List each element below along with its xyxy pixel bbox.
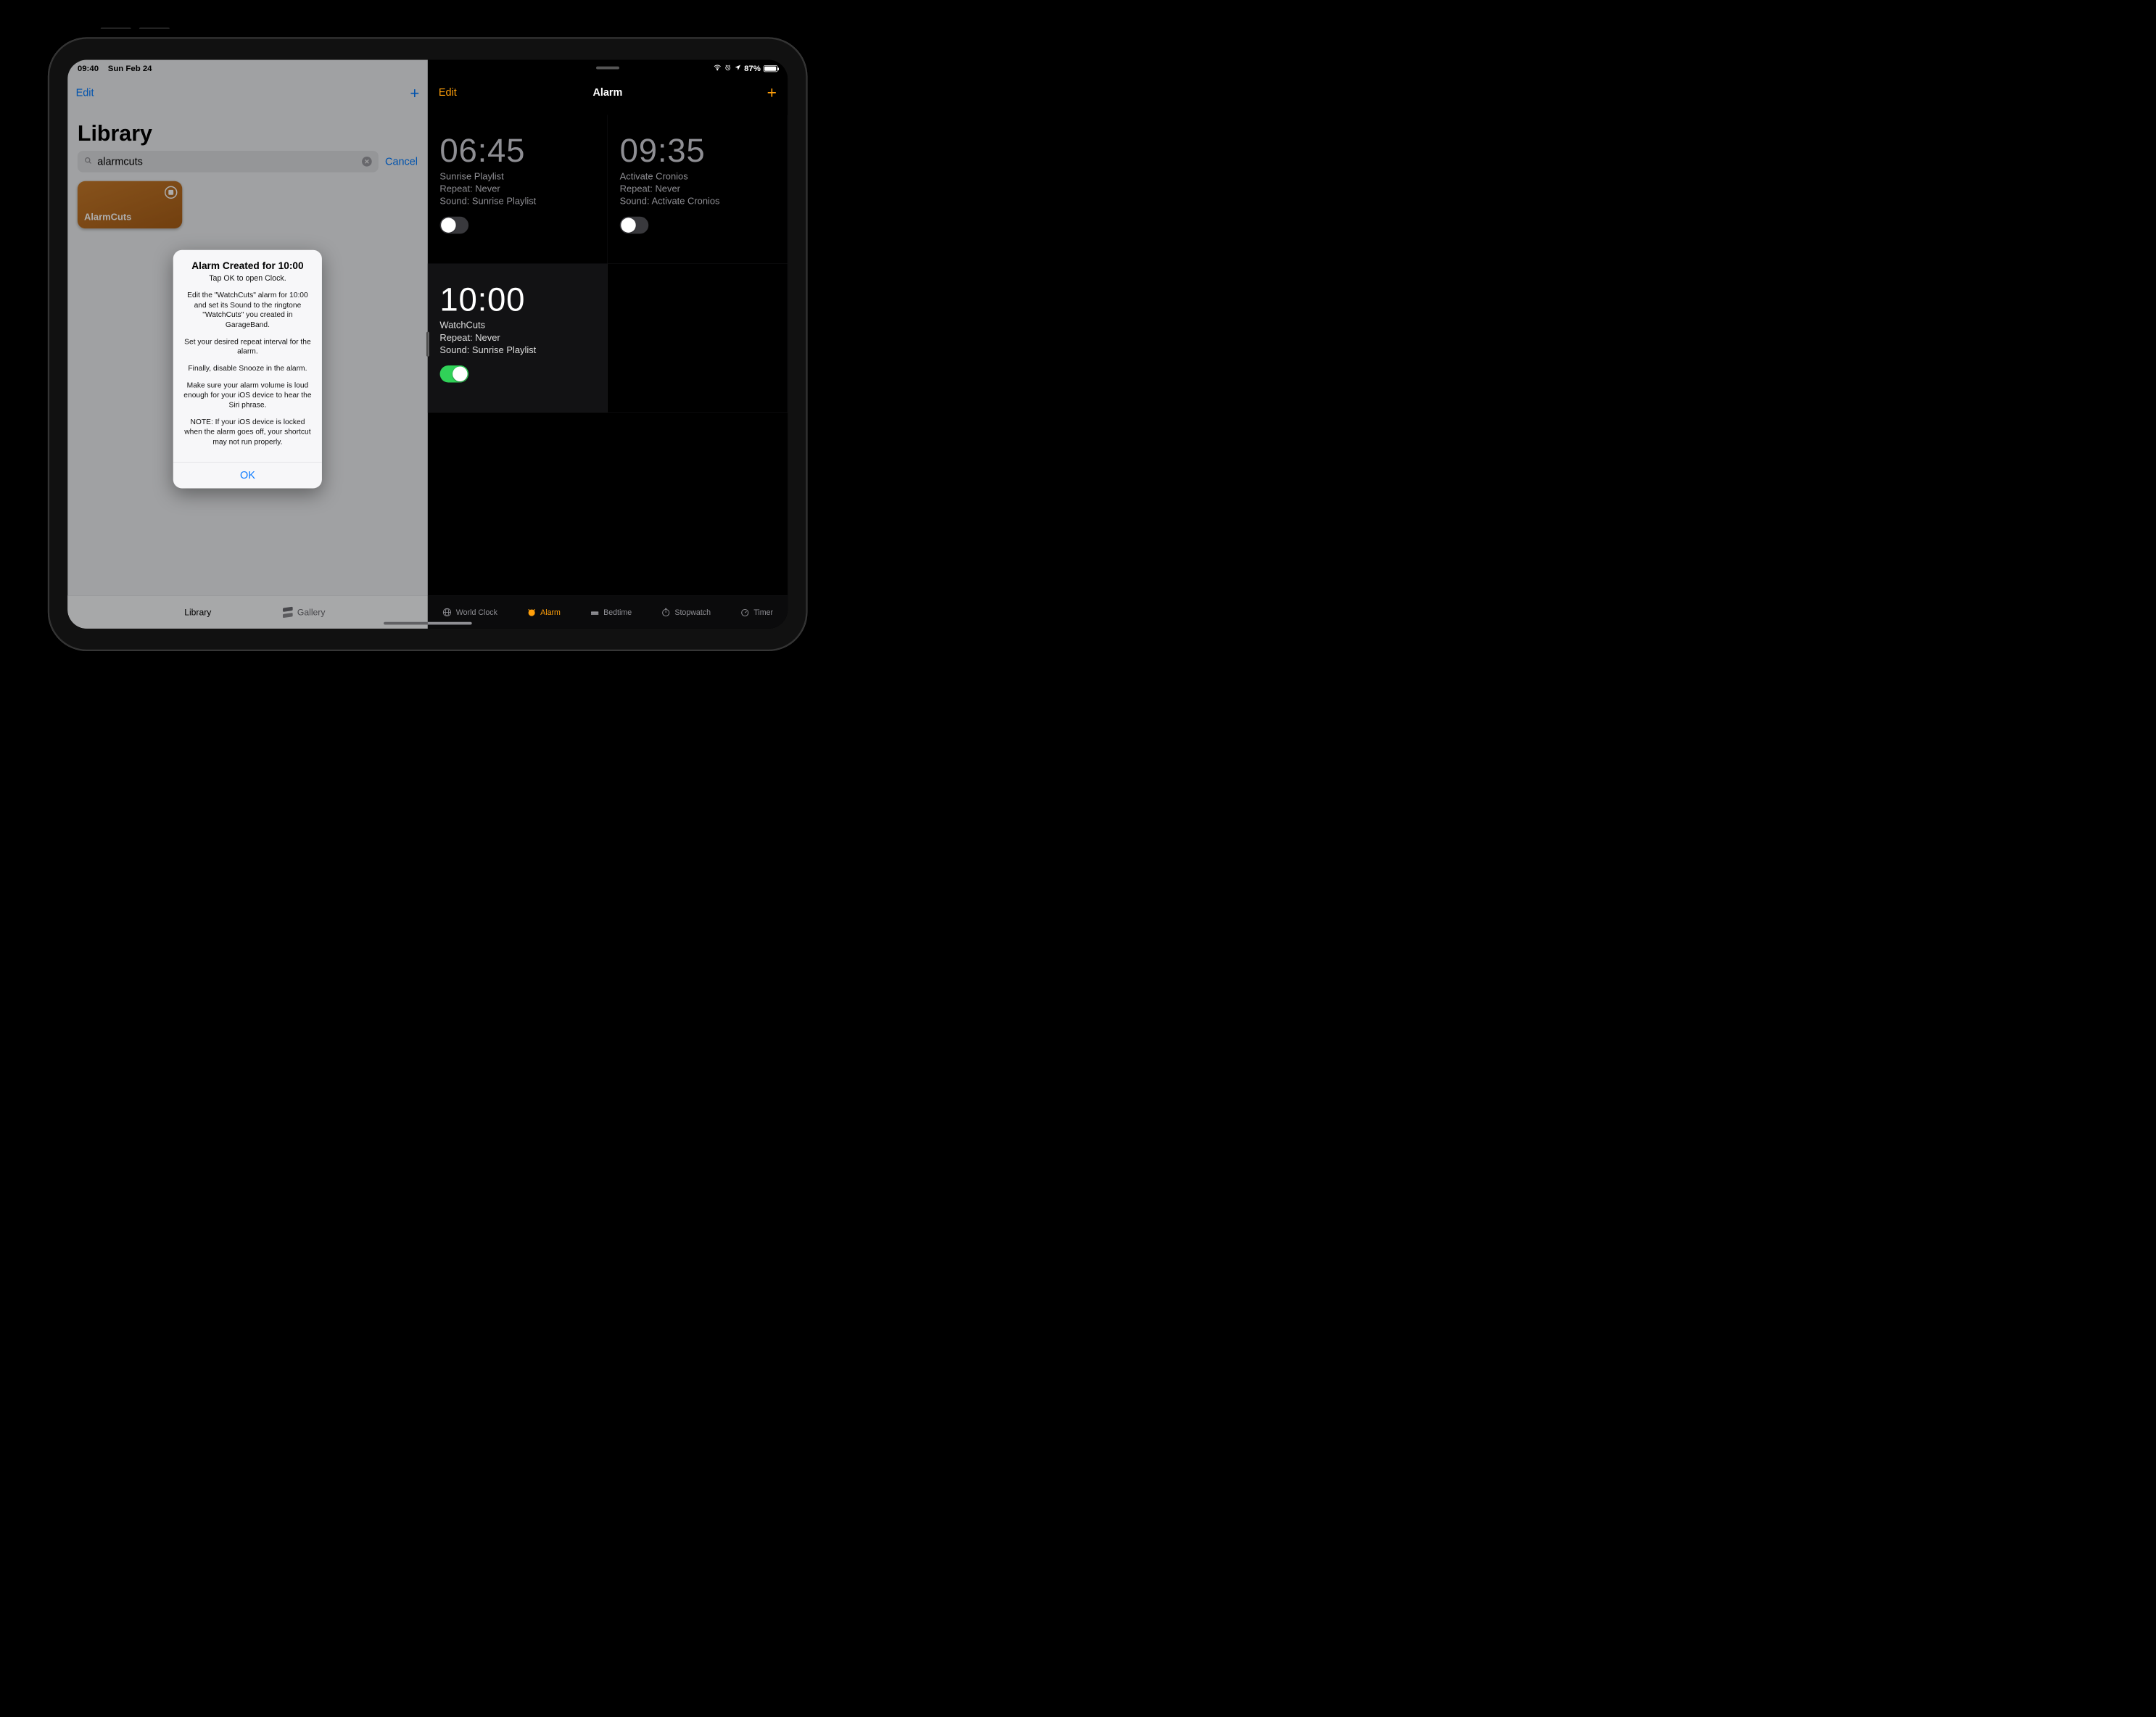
edit-button[interactable]: Edit [439, 86, 457, 98]
alarm-toggle[interactable] [439, 365, 468, 383]
tab-label: Bedtime [603, 608, 632, 616]
alarm-time: 06:45 [439, 131, 595, 169]
alarm-time: 09:35 [620, 131, 775, 169]
alarm-label: WatchCuts [439, 320, 595, 331]
clock-app: Edit Alarm + 06:45 Sunrise Playlist Repe… [428, 60, 788, 629]
bedtime-icon [590, 607, 600, 617]
alert-paragraph: Set your desired repeat interval for the… [183, 336, 313, 356]
slideover-handle[interactable] [596, 67, 619, 70]
alarm-repeat: Repeat: Never [439, 183, 595, 194]
alarm-toggle[interactable] [439, 217, 468, 234]
alarm-label: Sunrise Playlist [439, 171, 595, 182]
alarm-icon [526, 607, 537, 617]
alarm-cell[interactable]: 10:00 WatchCuts Repeat: Never Sound: Sun… [428, 264, 608, 413]
tab-world-clock[interactable]: World Clock [442, 607, 497, 617]
alarm-cell[interactable]: 09:35 Activate Cronios Repeat: Never Sou… [608, 115, 788, 264]
alarm-label: Activate Cronios [620, 171, 775, 182]
stopwatch-icon [661, 607, 671, 617]
alarm-cell[interactable]: 06:45 Sunrise Playlist Repeat: Never Sou… [428, 115, 608, 264]
alarm-sound: Sound: Sunrise Playlist [439, 344, 595, 355]
shortcuts-app: Edit + Library ✕ Cancel [67, 60, 427, 629]
alarm-time: 10:00 [439, 281, 595, 318]
alert-dialog: Alarm Created for 10:00 Tap OK to open C… [173, 250, 322, 489]
ipad-frame: 09:40 Sun Feb 24 87% [29, 29, 826, 659]
clock-tabbar: World Clock Alarm Bedtime [428, 595, 788, 629]
globe-icon [442, 607, 453, 617]
alert-paragraph: Finally, disable Snooze in the alarm. [183, 363, 313, 373]
alarm-repeat: Repeat: Never [439, 332, 595, 343]
tab-label: Alarm [540, 608, 561, 616]
alarm-grid: 06:45 Sunrise Playlist Repeat: Never Sou… [428, 115, 788, 590]
tab-label: Timer [753, 608, 773, 616]
alert-subtitle: Tap OK to open Clock. [183, 273, 313, 282]
alarm-toggle[interactable] [620, 217, 649, 234]
tab-alarm[interactable]: Alarm [526, 607, 561, 617]
alert-title: Alarm Created for 10:00 [183, 260, 313, 271]
tab-label: World Clock [456, 608, 497, 616]
timer-icon [740, 607, 750, 617]
alarm-sound: Sound: Sunrise Playlist [439, 196, 595, 207]
alarm-sound: Sound: Activate Cronios [620, 196, 775, 207]
alarm-repeat: Repeat: Never [620, 183, 775, 194]
alert-paragraph: Edit the "WatchCuts" alarm for 10:00 and… [183, 290, 313, 329]
alert-paragraph: Make sure your alarm volume is loud enou… [183, 381, 313, 410]
tab-timer[interactable]: Timer [740, 607, 773, 617]
clock-navbar: Edit Alarm + [428, 79, 788, 105]
screen: 09:40 Sun Feb 24 87% [67, 60, 788, 629]
alarm-cell-empty [608, 264, 788, 413]
page-title: Alarm [592, 86, 622, 98]
alert-paragraph: NOTE: If your iOS device is locked when … [183, 417, 313, 447]
alert-ok-button[interactable]: OK [173, 462, 322, 488]
tab-bedtime[interactable]: Bedtime [590, 607, 632, 617]
tab-label: Stopwatch [674, 608, 711, 616]
tab-stopwatch[interactable]: Stopwatch [661, 607, 711, 617]
add-alarm-button[interactable]: + [767, 83, 777, 102]
